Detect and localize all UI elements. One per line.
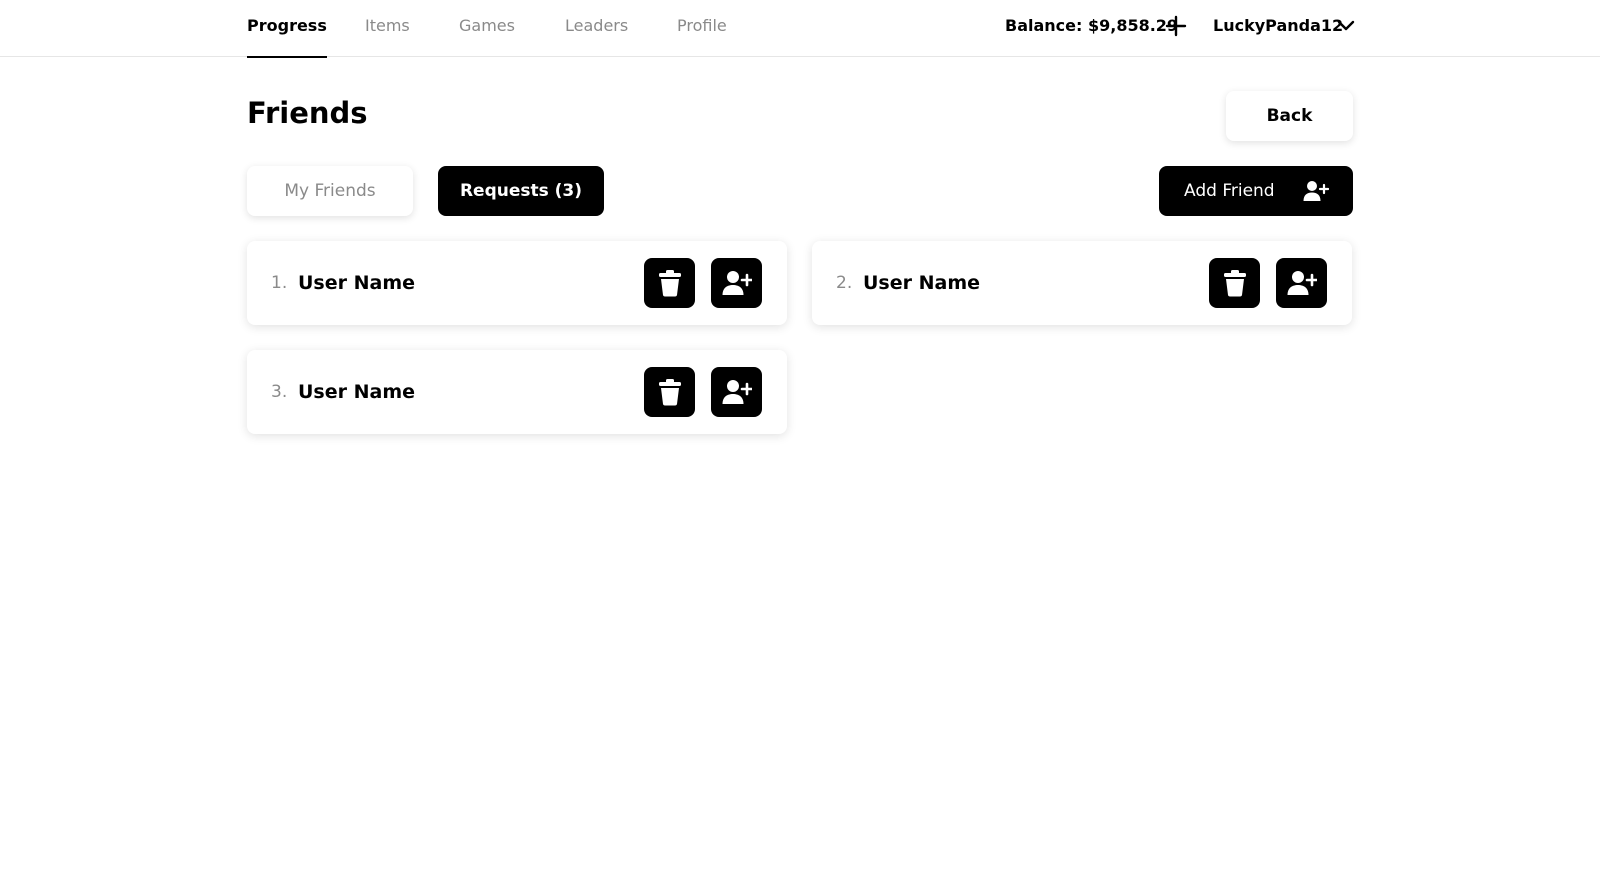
account-menu-button[interactable] — [1334, 14, 1358, 38]
request-number: 1. — [271, 273, 288, 293]
add-funds-button[interactable] — [1164, 14, 1188, 38]
trash-icon — [1223, 270, 1246, 297]
trash-icon — [658, 379, 681, 406]
nav-tab-progress[interactable]: Progress — [247, 0, 327, 58]
nav-tab-profile[interactable]: Profile — [677, 0, 727, 57]
request-username: User Name — [863, 272, 981, 294]
nav-tab-items[interactable]: Items — [365, 0, 410, 57]
plus-icon — [1165, 15, 1187, 37]
nav-tab-games[interactable]: Games — [459, 0, 515, 57]
tab-requests[interactable]: Requests (3) — [438, 166, 604, 216]
accept-request-button[interactable] — [1276, 258, 1327, 308]
request-card: 1. User Name — [247, 241, 787, 325]
trash-icon — [658, 270, 681, 297]
request-username: User Name — [298, 381, 416, 403]
tab-my-friends[interactable]: My Friends — [247, 166, 413, 216]
account-username[interactable]: LuckyPanda12 — [1213, 0, 1343, 52]
request-card: 3. User Name — [247, 350, 787, 434]
add-friend-label: Add Friend — [1184, 181, 1275, 201]
request-card: 2. User Name — [812, 241, 1352, 325]
user-plus-icon — [1303, 181, 1329, 201]
decline-request-button[interactable] — [644, 367, 695, 417]
user-plus-icon — [722, 380, 752, 404]
request-number: 3. — [271, 382, 288, 402]
balance-display: Balance: $9,858.29 — [1005, 16, 1179, 35]
top-navigation: Progress Items Games Leaders Profile Bal… — [0, 0, 1600, 58]
chevron-down-icon — [1337, 20, 1355, 31]
user-plus-icon — [722, 271, 752, 295]
accept-request-button[interactable] — [711, 367, 762, 417]
accept-request-button[interactable] — [711, 258, 762, 308]
request-username: User Name — [298, 272, 416, 294]
decline-request-button[interactable] — [1209, 258, 1260, 308]
page-title: Friends — [247, 96, 368, 130]
nav-tab-leaders[interactable]: Leaders — [565, 0, 628, 57]
decline-request-button[interactable] — [644, 258, 695, 308]
request-number: 2. — [836, 273, 853, 293]
user-plus-icon — [1287, 271, 1317, 295]
add-friend-button[interactable]: Add Friend — [1159, 166, 1353, 216]
back-button[interactable]: Back — [1226, 91, 1353, 141]
